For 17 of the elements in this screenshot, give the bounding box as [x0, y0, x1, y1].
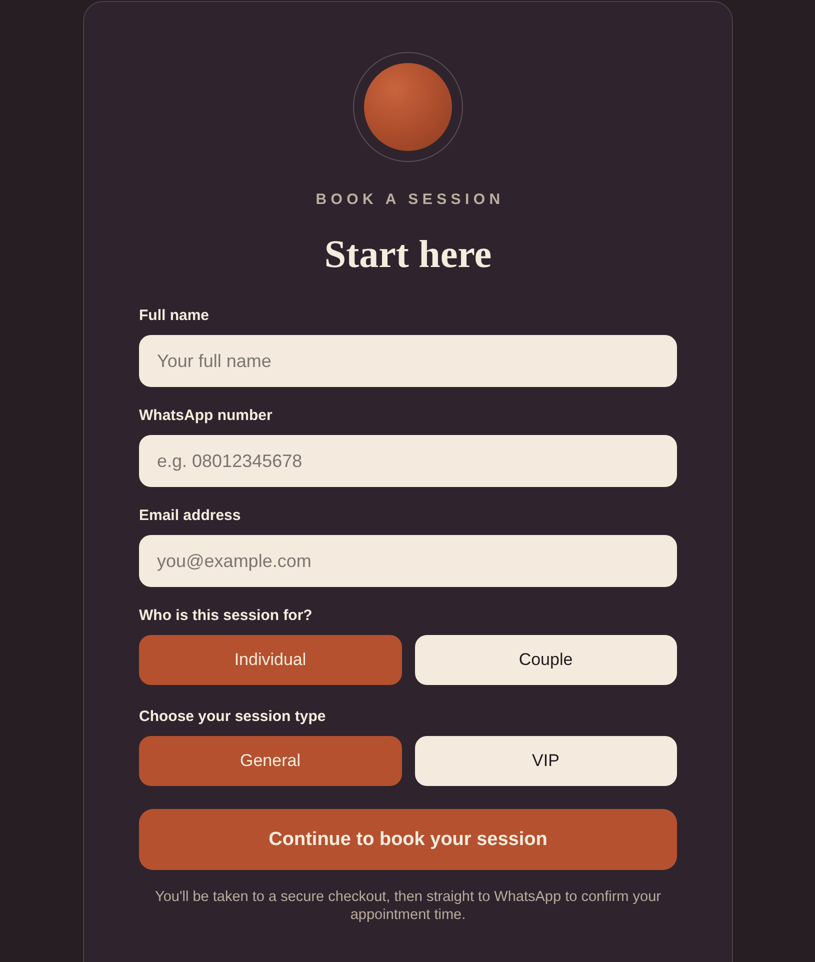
field-label: WhatsApp number	[139, 407, 274, 425]
input-field[interactable]: you@example.com	[139, 535, 677, 587]
field-label: Email address	[139, 507, 242, 525]
input-field[interactable]: Your full name	[139, 335, 677, 387]
form-title: Start here	[323, 232, 493, 278]
input-field[interactable]: e.g. 08012345678	[139, 435, 677, 487]
option-button[interactable]: Couple	[414, 635, 677, 685]
option-button[interactable]: General	[139, 736, 402, 786]
option-button[interactable]: VIP	[414, 736, 677, 786]
field-label: Who is this session for?	[139, 607, 314, 625]
eyebrow-text: BOOK A SESSION	[314, 191, 506, 209]
continue-button[interactable]: Continue to book your session	[139, 809, 677, 870]
option-button[interactable]: Individual	[139, 635, 402, 685]
sphere-logo-icon	[353, 52, 463, 162]
field-label: Choose your session type	[139, 708, 327, 726]
field-label: Full name	[139, 307, 210, 325]
checkout-note: You'll be taken to a secure checkout, then straight to WhatsApp to confirm your appointment time.	[154, 888, 662, 924]
